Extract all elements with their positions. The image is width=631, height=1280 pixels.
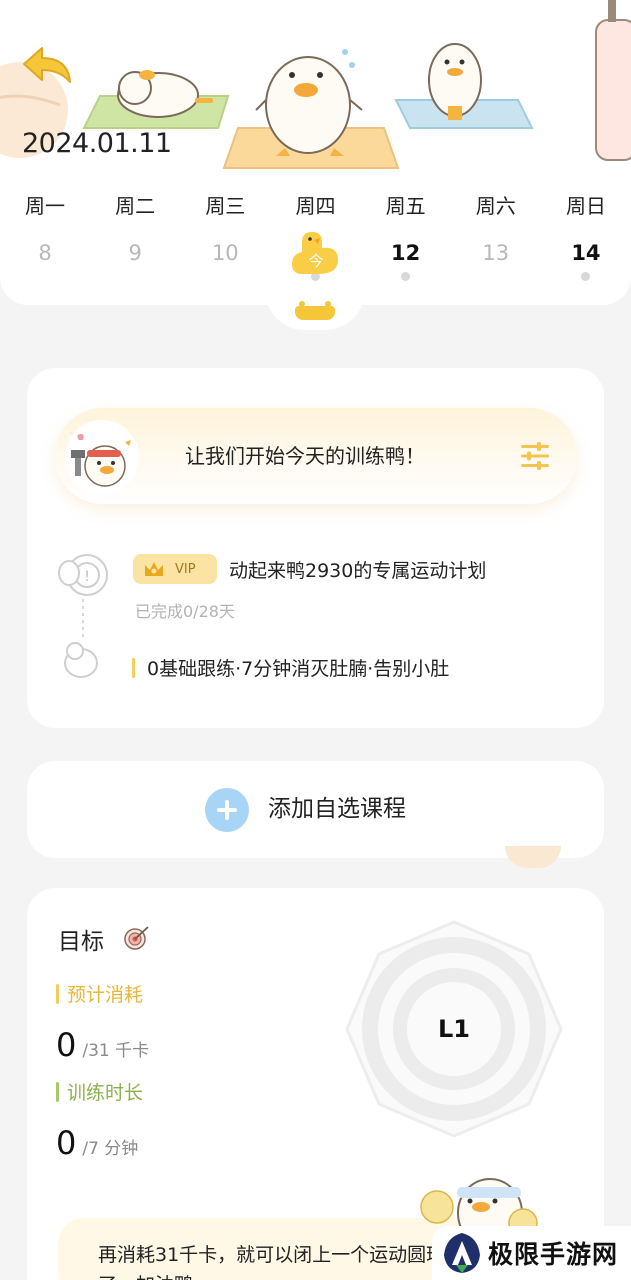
settings-sliders-icon[interactable] [519, 440, 551, 472]
plus-icon [205, 788, 249, 832]
vip-badge: VIP [133, 554, 217, 584]
day-number: 12 [391, 241, 421, 265]
add-course-label: 添加自选课程 [268, 796, 406, 822]
back-arrow-icon[interactable] [20, 42, 76, 86]
day-number: 8 [38, 241, 52, 265]
target-icon [124, 926, 149, 950]
floating-tab-peek [505, 846, 561, 868]
day-name: 周六 [475, 194, 516, 218]
duck-avatar-icon [65, 420, 139, 494]
duration-target: /7 分钟 [82, 1139, 139, 1159]
watermark: 极限手游网 [432, 1226, 631, 1280]
course-marker [132, 657, 135, 678]
banner-text: 让我们开始今天的训练鸭！ [185, 444, 425, 468]
watermark-logo-icon [444, 1233, 480, 1273]
duration-current: 0 [56, 1124, 77, 1162]
plan-progress: 已完成0/28天 [135, 602, 235, 621]
day-name: 周二 [115, 194, 156, 218]
day-name: 周四 [295, 194, 336, 218]
plan-timeline: ! [58, 554, 108, 678]
calorie-label-text: 预计消耗 [67, 984, 144, 1006]
day-fri[interactable]: 周五 12 [361, 190, 451, 281]
day-wed[interactable]: 周三 10 [180, 190, 270, 281]
course-item[interactable]: 0基础跟练·7分钟消灭肚腩·告别小肚 [132, 654, 449, 681]
expand-calendar-tab[interactable] [265, 290, 365, 330]
calorie-marker [56, 983, 59, 1004]
duration-value: 0 /7 分钟 [56, 1124, 138, 1162]
calorie-label: 预计消耗 [56, 980, 143, 1007]
duck-beak-icon [295, 301, 335, 320]
vip-label: VIP [175, 561, 196, 577]
start-training-banner[interactable]: 让我们开始今天的训练鸭！ [55, 408, 577, 504]
day-number: 10 [211, 241, 239, 265]
duration-marker [56, 1081, 59, 1102]
day-sun[interactable]: 周日 14 [541, 190, 631, 281]
calorie-target: /31 千卡 [82, 1041, 150, 1061]
week-selector: 周一 8 周二 9 周三 10 周四 今 . 周五 12 [0, 190, 631, 281]
today-label: 今 [309, 252, 324, 270]
svg-text:!: ! [84, 569, 90, 585]
level-badge: L1 [438, 1015, 470, 1043]
course-title: 0基础跟练·7分钟消灭肚腩·告别小肚 [147, 658, 450, 680]
day-number: 13 [482, 241, 510, 265]
current-date: 2024.01.11 [22, 128, 172, 159]
day-name: 周日 [565, 194, 606, 218]
day-thu-today[interactable]: 周四 今 . [270, 190, 360, 281]
crown-icon [145, 562, 163, 576]
day-mon[interactable]: 周一 8 [0, 190, 90, 281]
vip-plan-row[interactable]: VIP 动起来鸭2930的专属运动计划 [133, 554, 486, 584]
header-card: 2024.01.11 周一 8 周二 9 周三 10 周四 今 . [0, 0, 631, 305]
watermark-text: 极限手游网 [488, 1240, 619, 1269]
plan-card: 让我们开始今天的训练鸭！ ! VIP 动起来鸭2930的专属运动计划 已完成0/… [27, 368, 604, 728]
duration-label-text: 训练时长 [67, 1082, 144, 1104]
calorie-value: 0 /31 千卡 [56, 1026, 149, 1064]
day-name: 周五 [385, 194, 426, 218]
today-duck-icon: 今 [292, 232, 339, 274]
day-tue[interactable]: 周二 9 [90, 190, 180, 281]
day-sat[interactable]: 周六 13 [451, 190, 541, 281]
day-number: 14 [571, 241, 601, 265]
day-name: 周三 [205, 194, 246, 218]
plan-title: 动起来鸭2930的专属运动计划 [229, 559, 487, 582]
add-course-button[interactable]: 添加自选课程 [27, 761, 604, 858]
duration-label: 训练时长 [56, 1078, 143, 1105]
day-name: 周一 [25, 194, 65, 218]
day-number: 9 [128, 241, 142, 265]
goal-title: 目标 [58, 929, 104, 955]
calorie-current: 0 [56, 1026, 77, 1064]
